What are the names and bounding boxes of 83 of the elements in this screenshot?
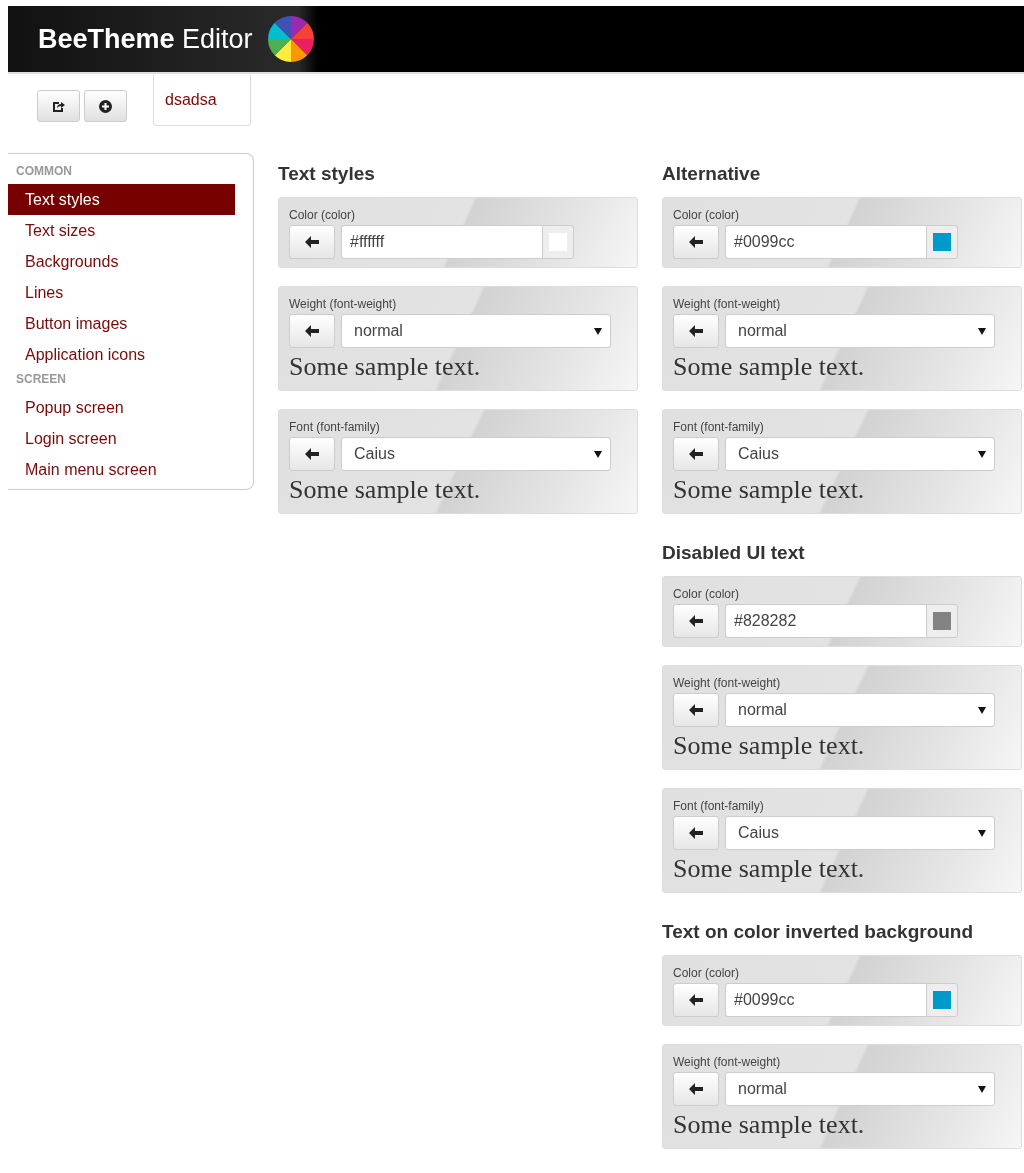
reset-button[interactable] xyxy=(673,604,719,638)
group-title: Text on color inverted background xyxy=(662,921,975,943)
reset-button[interactable] xyxy=(289,314,335,348)
sidebar-item[interactable]: Backgrounds xyxy=(8,246,235,277)
color-swatch[interactable] xyxy=(933,233,951,251)
caret-down-icon xyxy=(978,706,986,714)
reset-button[interactable] xyxy=(289,437,335,471)
dropdown[interactable]: normal xyxy=(725,314,995,348)
export-button[interactable] xyxy=(37,90,80,122)
caret-down-icon xyxy=(978,829,986,837)
caret-down-icon xyxy=(594,327,602,335)
color-input[interactable]: #0099cc xyxy=(725,983,926,1017)
left-arrow-icon xyxy=(689,994,703,1006)
property-label: Weight (font-weight) xyxy=(289,297,398,311)
left-arrow-icon xyxy=(305,236,319,248)
section-heading: SCREEN xyxy=(15,371,67,388)
sample-text: Some sample text. xyxy=(673,475,866,505)
property-label: Weight (font-weight) xyxy=(673,676,782,690)
property-label: Weight (font-weight) xyxy=(673,1055,782,1069)
group-title: Alternative xyxy=(662,163,762,185)
caret-down-icon xyxy=(978,327,986,335)
property-label: Color (color) xyxy=(673,587,740,601)
property-label: Font (font-family) xyxy=(673,420,765,434)
group-title: Disabled UI text xyxy=(662,542,806,564)
dropdown[interactable]: normal xyxy=(341,314,611,348)
reset-button[interactable] xyxy=(673,1072,719,1106)
reset-button[interactable] xyxy=(673,225,719,259)
theme-tab[interactable]: dsadsa xyxy=(153,74,251,126)
color-swatch[interactable] xyxy=(933,991,951,1009)
reset-button[interactable] xyxy=(289,225,335,259)
left-arrow-icon xyxy=(689,325,703,337)
sample-text: Some sample text. xyxy=(289,352,482,382)
reset-button[interactable] xyxy=(673,314,719,348)
color-input[interactable]: #0099cc xyxy=(725,225,926,259)
left-arrow-icon xyxy=(305,448,319,460)
sidebar-item[interactable]: Text sizes xyxy=(8,215,235,246)
sample-text: Some sample text. xyxy=(673,854,866,884)
left-arrow-icon xyxy=(689,448,703,460)
color-wheel-icon xyxy=(266,15,315,63)
reset-button[interactable] xyxy=(673,693,719,727)
app-title: BeeTheme Editor xyxy=(38,23,253,55)
property-label: Color (color) xyxy=(673,208,740,222)
left-arrow-icon xyxy=(689,827,703,839)
property-label: Color (color) xyxy=(289,208,356,222)
sample-text: Some sample text. xyxy=(673,731,866,761)
sidebar-item[interactable]: Main menu screen xyxy=(8,454,235,485)
dropdown[interactable]: Caius xyxy=(725,437,995,471)
color-input[interactable]: #ffffff xyxy=(341,225,542,259)
add-button[interactable] xyxy=(84,90,127,122)
property-label: Color (color) xyxy=(673,966,740,980)
share-icon xyxy=(52,99,65,113)
color-input[interactable]: #828282 xyxy=(725,604,926,638)
sidebar-item[interactable]: Login screen xyxy=(8,423,235,454)
property-label: Font (font-family) xyxy=(289,420,381,434)
section-heading: COMMON xyxy=(15,163,73,180)
caret-down-icon xyxy=(978,1085,986,1093)
group-title: Text styles xyxy=(278,163,376,185)
sidebar-item[interactable]: Button images xyxy=(8,308,235,339)
dropdown[interactable]: normal xyxy=(725,693,995,727)
left-arrow-icon xyxy=(305,325,319,337)
property-label: Weight (font-weight) xyxy=(673,297,782,311)
caret-down-icon xyxy=(978,450,986,458)
plus-circle-icon xyxy=(99,99,112,113)
sample-text: Some sample text. xyxy=(289,475,482,505)
sidebar-item[interactable]: Text styles xyxy=(8,184,235,215)
left-arrow-icon xyxy=(689,236,703,248)
caret-down-icon xyxy=(594,450,602,458)
dropdown[interactable]: normal xyxy=(725,1072,995,1106)
color-swatch[interactable] xyxy=(933,612,951,630)
sample-text: Some sample text. xyxy=(673,352,866,382)
sidebar-item[interactable]: Popup screen xyxy=(8,392,235,423)
reset-button[interactable] xyxy=(673,983,719,1017)
left-arrow-icon xyxy=(689,1083,703,1095)
sample-text: Some sample text. xyxy=(673,1110,866,1140)
reset-button[interactable] xyxy=(673,437,719,471)
sidebar-item[interactable]: Application icons xyxy=(8,339,235,370)
property-label: Font (font-family) xyxy=(673,799,765,813)
left-arrow-icon xyxy=(689,704,703,716)
reset-button[interactable] xyxy=(673,816,719,850)
left-arrow-icon xyxy=(689,615,703,627)
dropdown[interactable]: Caius xyxy=(341,437,611,471)
dropdown[interactable]: Caius xyxy=(725,816,995,850)
sidebar-item[interactable]: Lines xyxy=(8,277,235,308)
